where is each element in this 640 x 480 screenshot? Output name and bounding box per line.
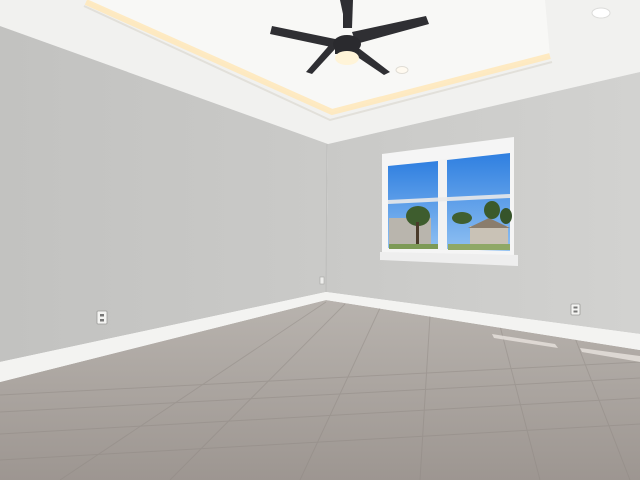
- window-mullion: [438, 159, 447, 250]
- fan-light: [335, 51, 359, 65]
- smoke-detector-icon: [591, 7, 611, 19]
- exterior-lawn: [389, 244, 438, 249]
- exterior-tree: [452, 212, 472, 224]
- room-scene: [0, 0, 640, 480]
- outlet-icon: [319, 276, 325, 285]
- exterior-tree: [484, 201, 500, 219]
- outlet-icon: [570, 303, 581, 316]
- exterior-tree: [500, 208, 512, 224]
- window: [380, 137, 518, 266]
- exterior-lawn: [448, 244, 510, 250]
- recessed-light-icon: [395, 66, 409, 74]
- outlet-icon: [96, 310, 108, 325]
